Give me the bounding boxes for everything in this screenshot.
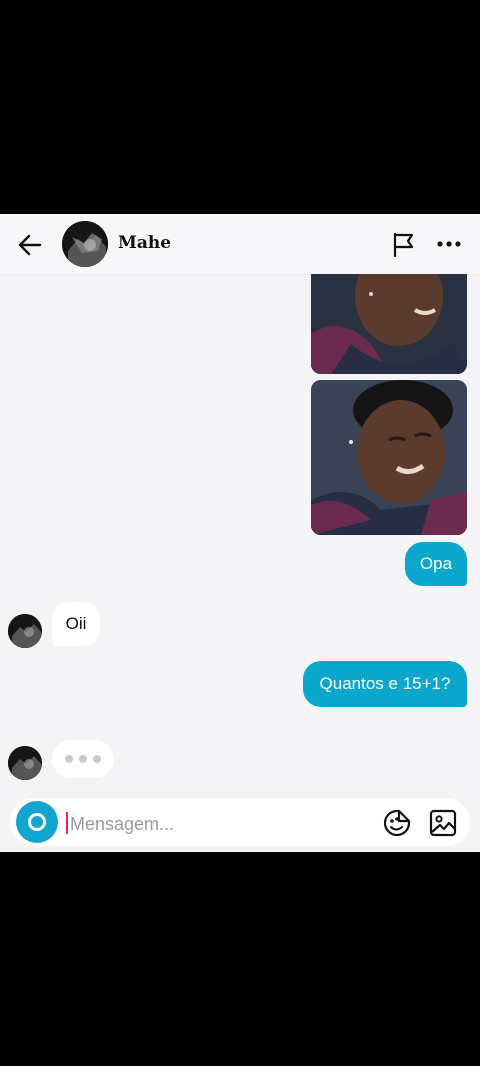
message-composer	[10, 798, 470, 846]
message-input[interactable]	[68, 806, 372, 842]
sticker-icon[interactable]	[382, 808, 412, 838]
chat-screen: Mahe Opa Oii Quantos e 15+1? Mensagem...	[0, 214, 480, 852]
outgoing-message[interactable]: Quantos e 15+1?	[303, 661, 467, 707]
message-text: Oii	[65, 614, 87, 633]
chat-header: Mahe	[0, 214, 480, 275]
typing-dot	[65, 755, 73, 763]
typing-dot	[79, 755, 87, 763]
image-message[interactable]	[311, 274, 467, 374]
flag-icon[interactable]	[390, 230, 418, 258]
typing-indicator	[52, 740, 114, 778]
back-arrow-icon[interactable]	[16, 231, 44, 259]
contact-avatar[interactable]	[62, 221, 108, 267]
typing-dot	[93, 755, 101, 763]
incoming-message[interactable]: Oii	[52, 602, 100, 646]
sender-avatar[interactable]	[8, 746, 42, 780]
image-message[interactable]	[311, 380, 467, 535]
camera-icon[interactable]	[16, 801, 58, 843]
gallery-icon[interactable]	[428, 808, 458, 838]
outgoing-message[interactable]: Opa	[405, 542, 467, 586]
sender-avatar[interactable]	[8, 614, 42, 648]
more-options-icon[interactable]	[436, 234, 462, 254]
message-text: Quantos e 15+1?	[319, 674, 451, 693]
contact-name[interactable]: Mahe	[118, 233, 171, 253]
message-text: Opa	[419, 554, 453, 573]
